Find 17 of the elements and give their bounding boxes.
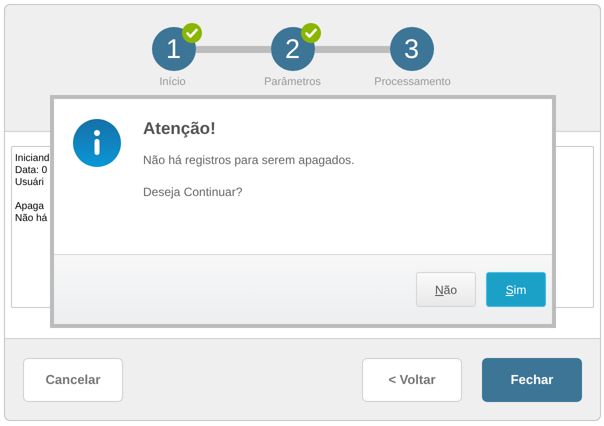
no-button[interactable]: Não — [416, 272, 476, 307]
step-label: Início — [158, 76, 187, 89]
close-button[interactable]: Fechar — [482, 358, 582, 402]
info-icon — [73, 119, 121, 167]
log-line: Usuári — [15, 177, 44, 189]
cancel-button[interactable]: Cancelar — [23, 358, 123, 402]
log-line: Iniciand — [15, 153, 50, 165]
dialog-title: Atenção! — [143, 119, 216, 139]
dialog-message: Não há registros para serem apagados. — [143, 152, 354, 169]
log-line: Data: 0 — [15, 165, 48, 177]
step-label: Parâmetros — [263, 76, 322, 89]
log-line: Apaga — [15, 201, 44, 213]
back-button[interactable]: < Voltar — [362, 358, 462, 402]
step-label: Processamento — [373, 76, 452, 89]
yes-button[interactable]: Sim — [486, 272, 546, 307]
log-line: Não há — [15, 213, 48, 225]
dialog-question: Deseja Continuar? — [143, 184, 242, 201]
